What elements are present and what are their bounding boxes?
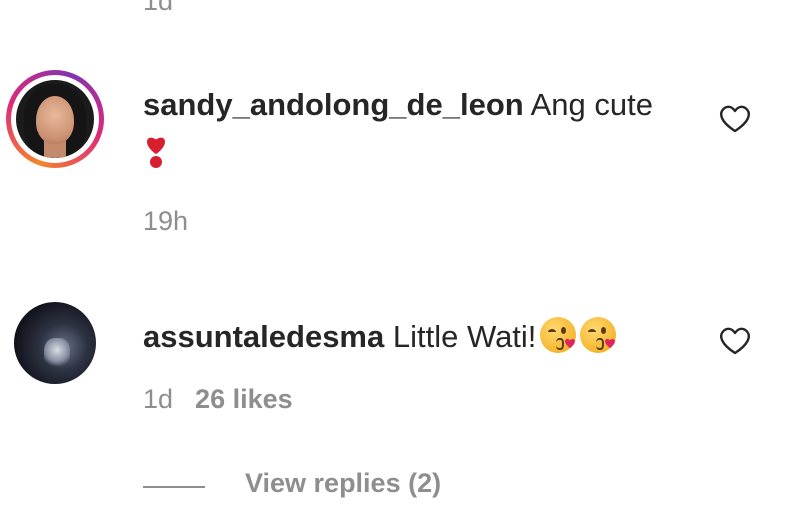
kiss-face-emoji-icon xyxy=(540,317,577,353)
comment-likes[interactable]: 26 likes xyxy=(195,384,293,414)
heart-outline-icon[interactable] xyxy=(718,326,752,356)
heart-outline-icon[interactable] xyxy=(718,104,752,134)
comment-meta: 1d 26 likes xyxy=(143,384,293,415)
avatar-photo xyxy=(16,80,94,158)
comment-body: assuntaledesma Little Wati! xyxy=(143,314,663,360)
avatar[interactable] xyxy=(6,70,104,168)
kiss-face-emoji-icon xyxy=(580,317,617,353)
comment-text: Little Wati! xyxy=(392,319,537,354)
view-replies-label: View replies (2) xyxy=(245,468,442,498)
comment-username[interactable]: sandy_andolong_de_leon xyxy=(143,87,524,122)
heart-exclamation-emoji-icon xyxy=(145,135,167,169)
view-replies-button[interactable]: View replies (2) xyxy=(143,468,543,504)
comment-body: sandy_andolong_de_leon Ang cute xyxy=(143,82,663,174)
comment-time[interactable]: 1d xyxy=(143,384,173,414)
reply-divider-line xyxy=(143,486,205,488)
avatar[interactable] xyxy=(14,302,96,384)
previous-comment-time: 1d xyxy=(143,0,174,16)
comment-meta: 19h xyxy=(143,206,188,237)
comment-username[interactable]: assuntaledesma xyxy=(143,319,384,354)
comment-time[interactable]: 19h xyxy=(143,206,188,236)
comment-text: Ang cute xyxy=(530,87,653,122)
